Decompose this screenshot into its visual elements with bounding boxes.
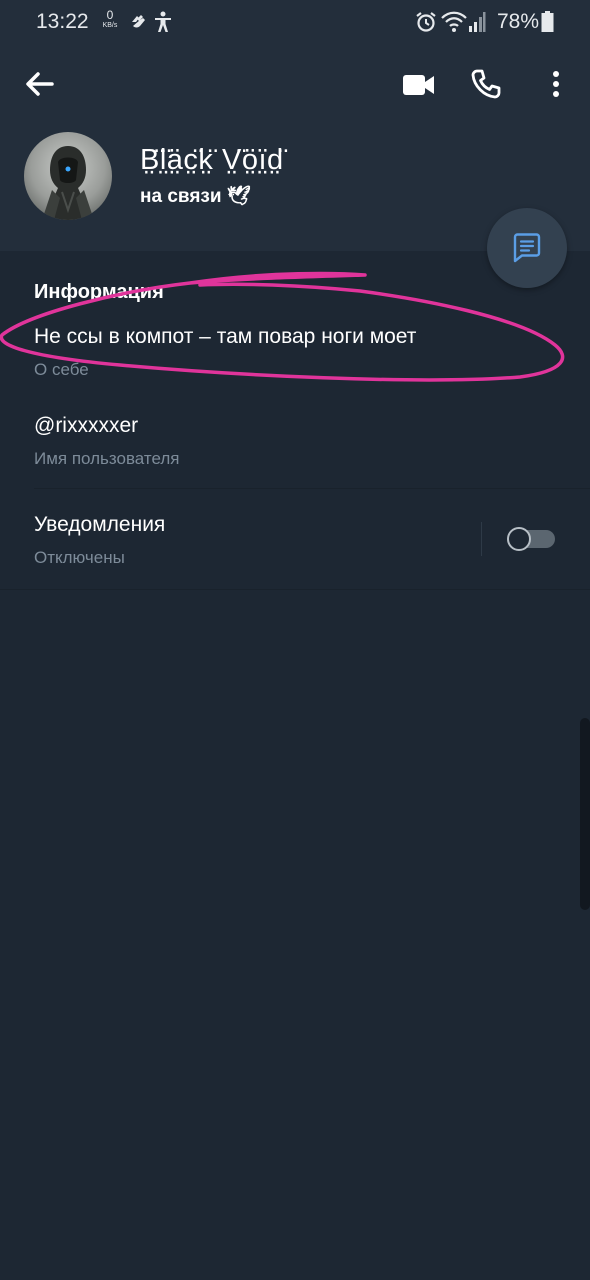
- wifi-icon: [441, 11, 467, 38]
- toggle-thumb: [507, 527, 531, 551]
- profile-status: на связи 🕊: [140, 186, 251, 207]
- username-text[interactable]: @rixxxxxer: [34, 414, 138, 438]
- call-button[interactable]: [468, 66, 504, 102]
- back-button[interactable]: [22, 66, 58, 102]
- more-options-button[interactable]: [538, 66, 574, 102]
- notifications-toggle[interactable]: [507, 527, 555, 551]
- highlight-annotation: [0, 271, 565, 382]
- avatar[interactable]: [24, 132, 112, 220]
- signal-icon: [468, 11, 486, 38]
- username-label: Имя пользователя: [34, 449, 180, 468]
- section-bottom-divider: [0, 589, 590, 590]
- notifications-state: Отключены: [34, 548, 125, 567]
- network-speed-unit: KB/s: [102, 22, 118, 29]
- status-time: 13:22: [36, 10, 89, 33]
- phone-icon: [471, 69, 501, 99]
- notifications-row[interactable]: [0, 489, 590, 589]
- scrollbar[interactable]: [580, 718, 590, 910]
- alarm-icon: [415, 11, 437, 38]
- status-bar: 13:22 0 KB/s 78%: [0, 0, 590, 44]
- notifications-title: Уведомления: [34, 513, 166, 536]
- video-call-icon: [403, 75, 434, 95]
- video-call-button[interactable]: [399, 68, 439, 102]
- back-arrow-icon: [26, 72, 54, 96]
- battery-percent: 78%: [497, 10, 540, 33]
- profile-name: B̤̈l̤̈ä̤c̤̈k̤̈ V̤̈ö̤ï̤d̤̈: [140, 144, 284, 176]
- notifications-separator: [481, 522, 482, 556]
- network-speed: 0 KB/s: [98, 9, 122, 29]
- network-speed-value: 0: [106, 8, 114, 22]
- message-icon: [513, 233, 541, 263]
- battery-icon: [541, 11, 554, 38]
- accessibility-icon: [153, 11, 173, 38]
- more-vertical-icon: [553, 71, 559, 97]
- hand-icon: [128, 11, 148, 36]
